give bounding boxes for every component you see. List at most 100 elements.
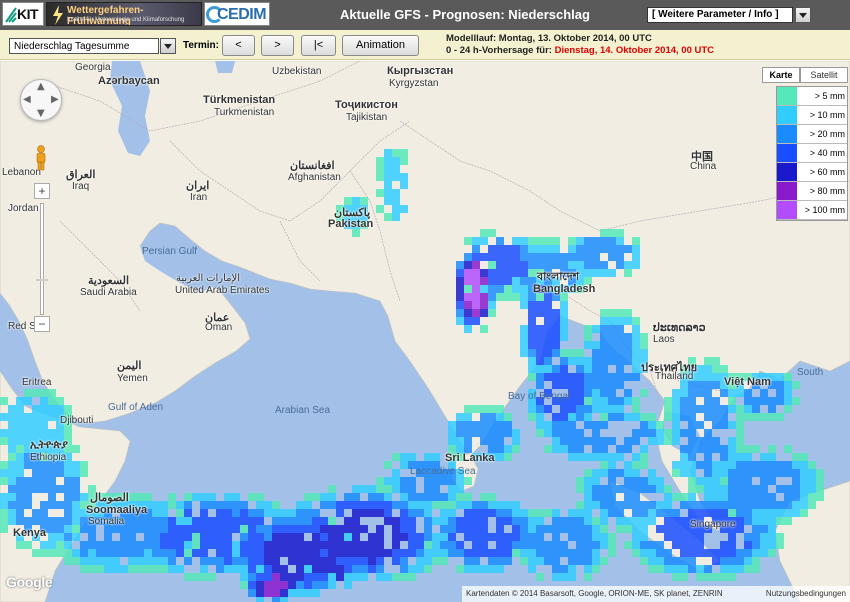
precip-cell (216, 541, 224, 549)
parameter-dropdown-button[interactable] (795, 7, 811, 23)
precip-cell (0, 501, 8, 509)
precip-cell (112, 541, 120, 549)
precip-cell (688, 421, 696, 429)
pan-up-icon[interactable]: ▲ (37, 81, 45, 92)
precip-cell (424, 517, 432, 525)
precip-cell (528, 541, 536, 549)
precip-cell (776, 541, 784, 549)
precip-cell (40, 549, 48, 557)
precip-cell (600, 485, 608, 493)
next-button[interactable]: > (261, 35, 294, 56)
precip-cell (456, 437, 464, 445)
precip-cell (176, 541, 184, 549)
terms-link[interactable]: Nutzungsbedingungen (766, 586, 846, 602)
precip-cell (496, 269, 504, 277)
precip-cell (16, 541, 24, 549)
pan-down-icon[interactable]: ▼ (37, 108, 45, 119)
precip-cell (368, 501, 376, 509)
precip-cell (600, 437, 608, 445)
precip-cell (680, 533, 688, 541)
precip-cell (320, 573, 328, 581)
precip-cell (664, 485, 672, 493)
precip-cell (712, 461, 720, 469)
precip-cell (664, 565, 672, 573)
precip-cell (24, 501, 32, 509)
pan-right-icon[interactable]: ▶ (51, 94, 59, 105)
precip-cell (0, 493, 8, 501)
precip-cell (160, 525, 168, 533)
precip-cell (632, 485, 640, 493)
precip-cell (544, 405, 552, 413)
precip-cell (592, 325, 600, 333)
precip-cell (680, 541, 688, 549)
precip-cell (600, 413, 608, 421)
precip-cell (608, 309, 616, 317)
precip-cell (160, 541, 168, 549)
zoom-in-button[interactable]: + (34, 183, 50, 199)
precip-cell (272, 557, 280, 565)
precip-cell (80, 565, 88, 573)
precip-cell (608, 237, 616, 245)
product-dropdown-button[interactable] (160, 38, 176, 54)
precip-cell (776, 533, 784, 541)
map-label-iran: Iran (190, 192, 208, 203)
precip-cell (576, 253, 584, 261)
precip-cell (264, 573, 272, 581)
precip-cell (408, 533, 416, 541)
precip-cell (8, 461, 16, 469)
previous-button[interactable]: < (222, 35, 255, 56)
precip-cell (544, 309, 552, 317)
precip-cell (16, 477, 24, 485)
zoom-slider-track[interactable] (40, 203, 44, 315)
precip-cell (800, 485, 808, 493)
precip-cell (72, 493, 80, 501)
precip-cell (432, 549, 440, 557)
precip-cell (760, 533, 768, 541)
pan-left-icon[interactable]: ◀ (23, 94, 31, 105)
google-logo[interactable]: Google (6, 574, 53, 590)
precip-cell (800, 469, 808, 477)
precip-cell (608, 397, 616, 405)
maptype-satellit-button[interactable]: Satellit (800, 67, 848, 83)
precip-cell (272, 517, 280, 525)
precip-cell (568, 445, 576, 453)
precip-cell (800, 509, 808, 517)
parameter-select[interactable]: [ Weitere Parameter / Info ] (647, 7, 793, 23)
pegman-icon[interactable] (34, 145, 48, 171)
precip-cell (288, 573, 296, 581)
kit-logo[interactable]: KIT (2, 2, 44, 26)
zoom-slider-handle[interactable] (36, 279, 48, 281)
precip-cell (568, 533, 576, 541)
zoom-out-button[interactable]: − (34, 316, 50, 332)
warning-logo[interactable]: Wettergefahren-Frühwarnung Institut für … (46, 2, 202, 26)
precip-cell (576, 349, 584, 357)
precip-cell (528, 405, 536, 413)
precip-cell (240, 573, 248, 581)
precip-cell (616, 469, 624, 477)
pan-control[interactable]: ▲ ▼ ◀ ▶ (20, 79, 62, 121)
product-select[interactable]: Niederschlag Tagesumme (9, 38, 159, 54)
precip-cell (792, 453, 800, 461)
precip-cell (472, 549, 480, 557)
precip-cell (488, 229, 496, 237)
maptype-karte-button[interactable]: Karte (762, 67, 800, 83)
animation-button[interactable]: Animation (342, 35, 419, 56)
precip-cell (592, 341, 600, 349)
precip-cell (728, 509, 736, 517)
precip-cell (296, 565, 304, 573)
map-canvas[interactable]: Georgia Azərbaycan Türkmenistan Turkmeni… (0, 61, 850, 602)
precip-cell (800, 453, 808, 461)
precip-cell (48, 541, 56, 549)
precip-cell (624, 461, 632, 469)
precip-cell (480, 405, 488, 413)
precip-cell (632, 365, 640, 373)
precip-cell (496, 549, 504, 557)
precip-cell (296, 549, 304, 557)
first-button[interactable]: |< (301, 35, 336, 56)
precip-cell (456, 501, 464, 509)
cedim-logo[interactable]: CEDIM (204, 2, 270, 26)
precip-cell (408, 541, 416, 549)
precip-cell (720, 405, 728, 413)
precip-cell (592, 501, 600, 509)
precip-cell (752, 509, 760, 517)
